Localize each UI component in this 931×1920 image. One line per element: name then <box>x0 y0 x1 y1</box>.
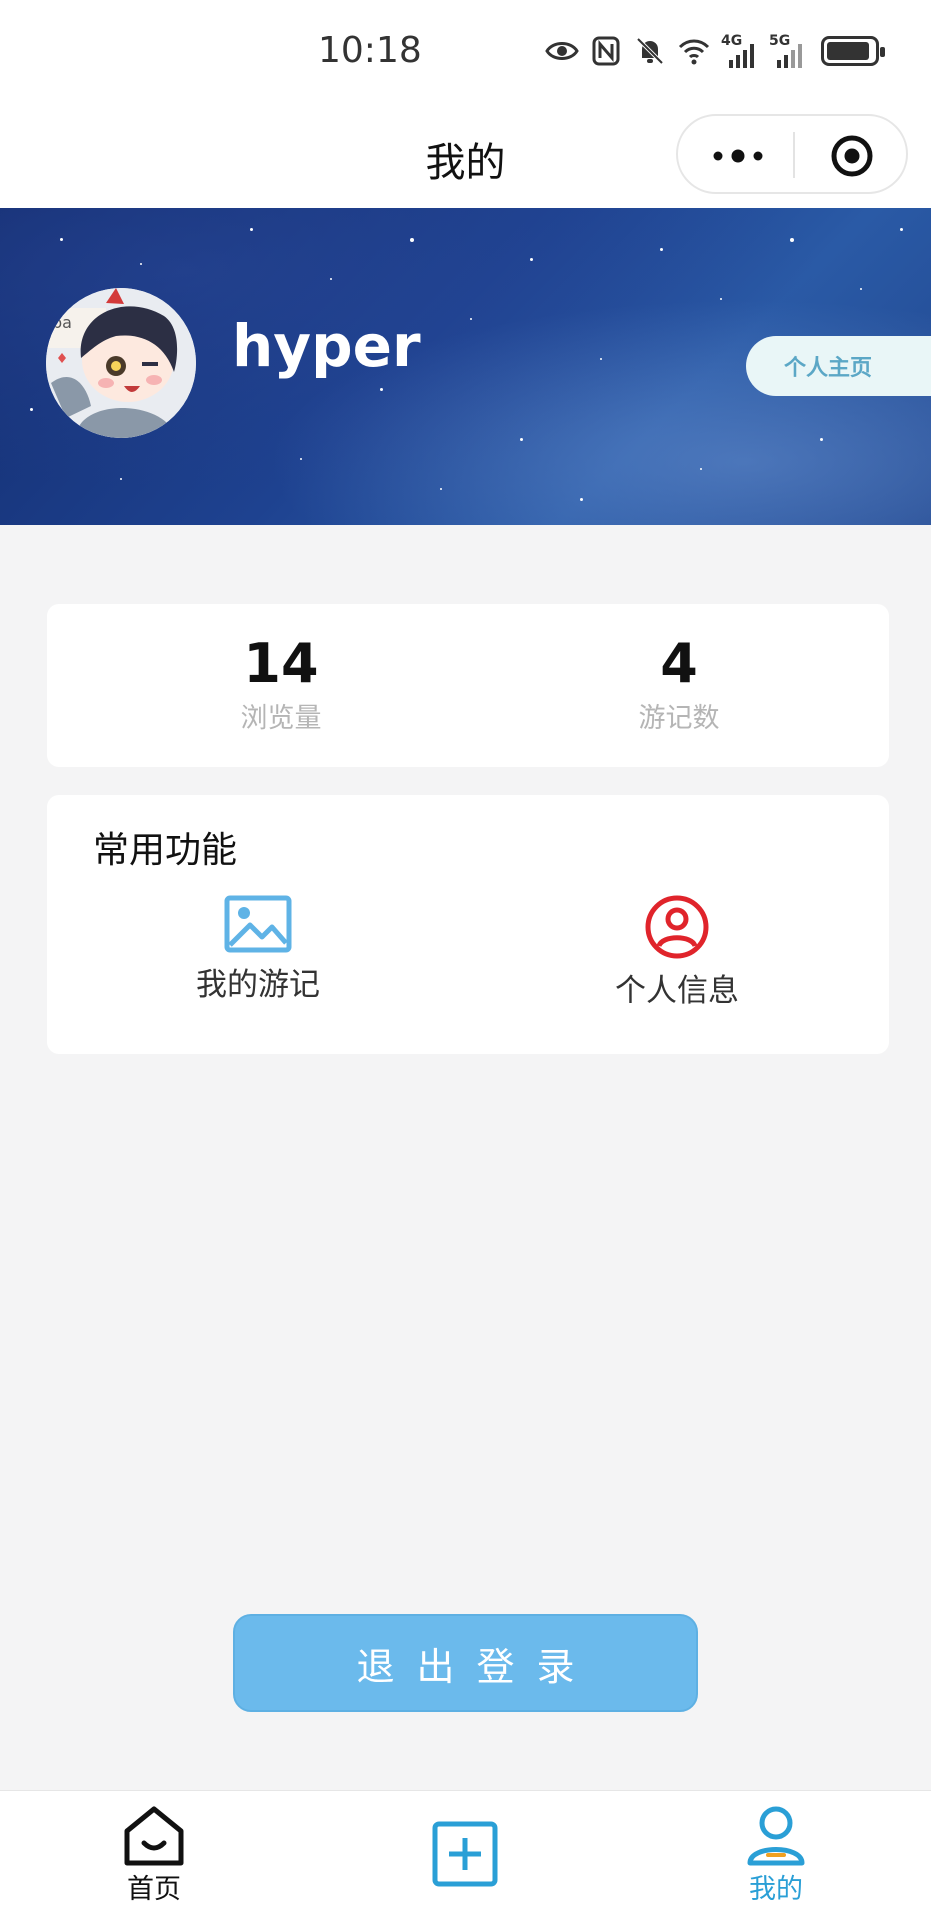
tab-label: 首页 <box>127 1874 181 1905</box>
logout-button[interactable]: 退出登录 <box>233 1614 698 1712</box>
tab-bar: 首页 我的 <box>0 1790 931 1920</box>
status-icons: 4G 5G <box>545 34 885 68</box>
target-icon[interactable] <box>830 134 874 178</box>
svg-text:ba: ba <box>52 313 72 332</box>
user-icon <box>747 1806 805 1866</box>
tab-mine[interactable]: 我的 <box>706 1805 846 1906</box>
home-icon <box>124 1806 184 1866</box>
personal-info-button[interactable]: 个人信息 <box>577 895 777 1010</box>
capsule-menu <box>676 114 908 194</box>
stats-card: 14 浏览量 4 游记数 <box>47 604 889 767</box>
more-dots-icon[interactable] <box>710 146 766 166</box>
username: hyper <box>232 312 421 380</box>
functions-title: 常用功能 <box>93 830 238 871</box>
signal-4g-icon: 4G <box>721 34 759 68</box>
stat-value: 14 <box>243 632 319 695</box>
avatar-illustration: ba <box>46 288 196 438</box>
profile-banner: ba hyper 个人主页 <box>0 208 931 525</box>
nav-bar: 我的 <box>0 104 931 208</box>
tab-home[interactable]: 首页 <box>84 1805 224 1906</box>
tab-add[interactable] <box>395 1821 535 1887</box>
profile-home-button[interactable]: 个人主页 <box>746 336 931 396</box>
function-label: 我的游记 <box>196 967 320 1003</box>
stat-value: 4 <box>660 632 698 695</box>
capsule-divider <box>793 132 795 178</box>
status-bar: 10:18 4G 5G <box>0 0 931 104</box>
signal-5g-icon: 5G <box>769 34 807 68</box>
eye-icon <box>545 42 579 60</box>
function-label: 个人信息 <box>615 973 739 1009</box>
avatar[interactable]: ba <box>46 288 196 438</box>
stat-label: 浏览量 <box>240 703 322 734</box>
functions-card: 常用功能 我的游记 个人信息 <box>47 795 889 1054</box>
stat-views: 14 浏览量 <box>181 634 381 735</box>
wifi-icon <box>678 39 710 65</box>
image-icon <box>224 895 292 953</box>
add-square-icon <box>432 1821 498 1887</box>
my-journals-button[interactable]: 我的游记 <box>158 895 358 1004</box>
status-time: 10:18 <box>318 30 422 71</box>
bell-off-icon <box>636 37 664 65</box>
battery-icon <box>821 36 885 66</box>
stat-journals: 4 游记数 <box>579 634 779 735</box>
nfc-icon <box>592 36 620 66</box>
tab-label: 我的 <box>749 1874 803 1905</box>
stat-label: 游记数 <box>638 703 720 734</box>
user-circle-icon <box>645 895 709 959</box>
